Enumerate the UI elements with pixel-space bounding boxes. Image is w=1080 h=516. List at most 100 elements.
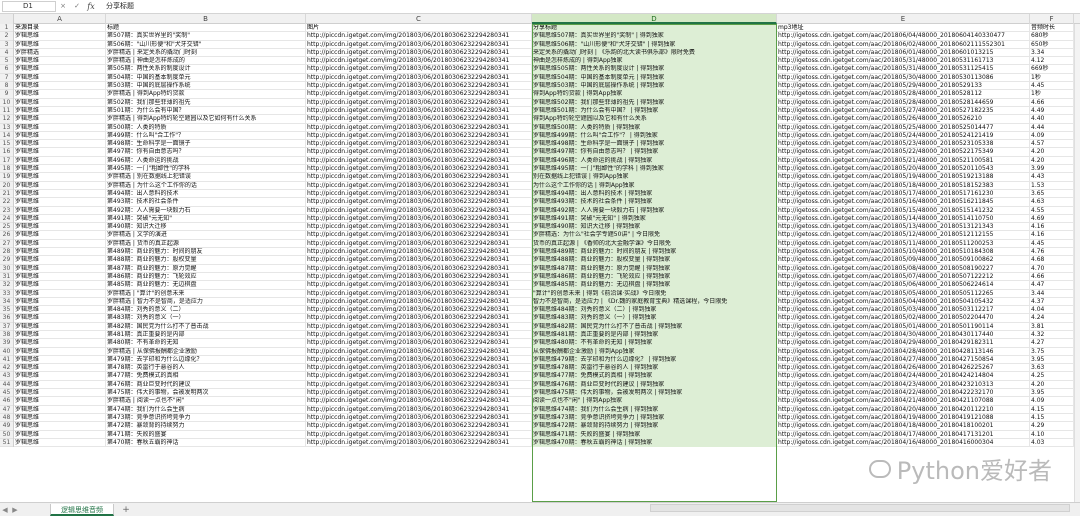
cell-b[interactable]: 罗胖精选 | 为什么这个工作你的话 xyxy=(106,181,306,190)
cell-b[interactable]: 第487期：商业的魅力：原力觉醒 xyxy=(106,264,306,273)
cell-e[interactable]: http://igetoss.cdn.igetget.com/aac/20180… xyxy=(777,140,1030,149)
row-header[interactable]: 4 xyxy=(0,49,13,58)
cell-c[interactable]: http://piccdn.igetget.com/img/201803/06/… xyxy=(306,131,532,141)
cell-c[interactable]: http://piccdn.igetget.com/img/201803/06/… xyxy=(306,181,532,190)
row-header[interactable]: 21 xyxy=(0,190,13,199)
column-header-e[interactable]: E xyxy=(777,14,1030,24)
cell-e[interactable]: http://igetoss.cdn.igetget.com/aac/20180… xyxy=(777,330,1030,340)
cell-f[interactable]: 3.81 xyxy=(1030,322,1074,331)
cell-c[interactable]: http://piccdn.igetget.com/img/201803/06/… xyxy=(306,413,532,423)
prev-sheet-icon[interactable]: ◀ xyxy=(0,506,10,514)
cell-c[interactable]: http://piccdn.igetget.com/img/201803/06/… xyxy=(306,239,532,249)
fx-icon[interactable]: fx xyxy=(84,2,98,11)
cell-a[interactable]: 罗辑思维 xyxy=(14,314,106,323)
cell-e[interactable]: http://igetoss.cdn.igetget.com/aac/20180… xyxy=(777,364,1030,373)
cell-a[interactable]: 罗辑思维 xyxy=(14,422,106,431)
cell-a[interactable]: 罗辑思维 xyxy=(14,347,106,356)
cell-b[interactable]: 第501期：为什么会有中国？ xyxy=(106,106,306,116)
cell-f[interactable]: 4.49 xyxy=(1030,106,1074,116)
cell-d[interactable]: 得到App特约轮空题园以及它和有什么关系 xyxy=(532,115,777,124)
row-header[interactable]: 22 xyxy=(0,198,13,207)
cell-b[interactable]: 罗胖精选 | 别在数据线上犯错误 xyxy=(106,173,306,182)
cell-f[interactable]: 3.95 xyxy=(1030,389,1074,398)
cell-d[interactable]: 罗辑思维485期：商业的魅力：无边棋盘 | 得到独家 xyxy=(532,281,777,290)
row-header[interactable]: 14 xyxy=(0,132,13,141)
cell-f[interactable]: 4.76 xyxy=(1030,248,1074,257)
cell-a[interactable]: 罗辑思维 xyxy=(14,98,106,107)
cell-b[interactable]: 第478期：英雷行于悬谷的人 xyxy=(106,364,306,373)
column-header-b[interactable]: B xyxy=(106,14,306,24)
cell-f[interactable]: 4.03 xyxy=(1030,438,1074,448)
cell-c[interactable]: http://piccdn.igetget.com/img/201803/06/… xyxy=(306,82,532,91)
cell-c[interactable]: http://piccdn.igetget.com/img/201803/06/… xyxy=(306,140,532,149)
cell-c[interactable]: http://piccdn.igetget.com/img/201803/06/… xyxy=(306,264,532,273)
cell-b[interactable]: 罗胖精选 | 得到App特约轮空题园以及它如何有什么关系 xyxy=(106,115,306,124)
row-header[interactable]: 16 xyxy=(0,148,13,157)
cell-b[interactable]: 第497期：你有自由意志吗？ xyxy=(106,148,306,157)
cell-d[interactable]: 罗辑思维494期：出人意料的技术 | 得到独家 xyxy=(532,189,777,199)
cell-c[interactable]: http://piccdn.igetget.com/img/201803/06/… xyxy=(306,330,532,340)
cell-b[interactable]: 第477期：免费模式的真相 xyxy=(106,372,306,381)
cell-b[interactable]: 第482期：国民党为什么打不了普击战 xyxy=(106,322,306,331)
cell-b[interactable]: 罗胖精选 | 智力不是智商，是适应力 xyxy=(106,297,306,307)
cell-d[interactable]: 罗辑思维471期：失败的盛宴 | 得到独家 xyxy=(532,430,777,439)
cell-f[interactable]: 4.45 xyxy=(1030,82,1074,91)
cell-b[interactable]: 第486期：商业的魅力：飞轮效应 xyxy=(106,272,306,282)
cell-b[interactable]: 第490期：知识大迁移 xyxy=(106,223,306,232)
row-header[interactable]: 23 xyxy=(0,207,13,215)
cell-a[interactable]: 罗辑思维 xyxy=(14,297,106,307)
cell-f[interactable]: 669秒 xyxy=(1030,65,1074,74)
cell-e[interactable]: http://igetoss.cdn.igetget.com/aac/20180… xyxy=(777,73,1030,83)
row-header[interactable]: 1 xyxy=(0,24,13,33)
cell-c[interactable]: http://piccdn.igetget.com/img/201803/06/… xyxy=(306,322,532,331)
cell-b[interactable]: 第474期：我们为什么会生病 xyxy=(106,405,306,414)
cell-f[interactable]: 4.29 xyxy=(1030,422,1074,431)
cell-c[interactable]: http://piccdn.igetget.com/img/201803/06/… xyxy=(306,339,532,348)
vertical-scrollbar[interactable] xyxy=(1074,24,1080,502)
row-header[interactable]: 28 xyxy=(0,248,13,257)
cell-f[interactable]: 4.45 xyxy=(1030,239,1074,249)
cell-d[interactable]: 别在数据线上犯错误 | 得到App独家 xyxy=(532,173,777,182)
row-header[interactable]: 24 xyxy=(0,215,13,224)
cell-e[interactable]: http://igetoss.cdn.igetget.com/aac/20180… xyxy=(777,181,1030,190)
cell-b[interactable]: 第473期：竞争意识挤垮竞争力 xyxy=(106,413,306,423)
cell-d[interactable]: 罗辑思维489期：商业的魅力：时间的朋友 | 得到独家 xyxy=(532,248,777,257)
cell-d[interactable]: 罗辑思维501期：为什么会有中国？ | 得到独家 xyxy=(532,106,777,116)
row-header[interactable]: 9 xyxy=(0,90,13,99)
cell-d[interactable]: 罗辑思维476期：商业巨变时代的建议 | 得到独家 xyxy=(532,380,777,390)
row-header[interactable]: 3 xyxy=(0,41,13,49)
cell-e[interactable]: http://igetoss.cdn.igetget.com/aac/20180… xyxy=(777,148,1030,157)
cell-e[interactable]: http://igetoss.cdn.igetget.com/aac/20180… xyxy=(777,264,1030,273)
cell-f[interactable]: 3.65 xyxy=(1030,189,1074,199)
cell-a[interactable]: 罗辑思维 xyxy=(14,206,106,215)
cell-e[interactable]: http://igetoss.cdn.igetget.com/aac/20180… xyxy=(777,380,1030,390)
cell-e[interactable]: http://igetoss.cdn.igetget.com/aac/20180… xyxy=(777,306,1030,315)
cell-c[interactable]: http://piccdn.igetget.com/img/201803/06/… xyxy=(306,148,532,157)
cell-c[interactable]: http://piccdn.igetget.com/img/201803/06/… xyxy=(306,281,532,290)
cell-c[interactable]: http://piccdn.igetget.com/img/201803/06/… xyxy=(306,347,532,356)
cell-b[interactable]: 第502期：我们那些菲薄的祖先 xyxy=(106,98,306,107)
row-header[interactable]: 19 xyxy=(0,173,13,182)
cell-a[interactable]: 罗辑思维 xyxy=(14,364,106,373)
cell-d[interactable]: 罗辑思维479期：去字印和为什么边缘化？ | 得到独家 xyxy=(532,355,777,365)
cell-d[interactable]: 罗辑思维473期：竞争意识挤垮竞争力 | 得到独家 xyxy=(532,413,777,423)
row-header[interactable]: 47 xyxy=(0,406,13,414)
cell-a[interactable]: 罗辑思维 xyxy=(14,264,106,273)
cell-b[interactable]: 第480期：不有革命的无知 xyxy=(106,339,306,348)
cell-d[interactable]: 罗辑思维487期：商业的魅力：原力觉醒 | 得到独家 xyxy=(532,264,777,273)
cell-c[interactable]: http://piccdn.igetget.com/img/201803/06/… xyxy=(306,223,532,232)
cell-b[interactable]: 第493期：技术的社会条件 xyxy=(106,198,306,207)
cell-e[interactable]: http://igetoss.cdn.igetget.com/aac/20180… xyxy=(777,32,1030,41)
cell-a[interactable]: 罗辑思维 xyxy=(14,372,106,381)
cell-d[interactable]: 罗辑思维493期：技术的社会条件 | 得到独家 xyxy=(532,198,777,207)
cell-b[interactable]: 第488期：商业的魅力：股权变量 xyxy=(106,256,306,265)
cell-c[interactable]: http://piccdn.igetget.com/img/201803/06/… xyxy=(306,272,532,282)
cell-f[interactable]: 4.25 xyxy=(1030,372,1074,381)
cell-a[interactable]: 罗辑思维 xyxy=(14,123,106,132)
cell-c[interactable]: http://piccdn.igetget.com/img/201803/06/… xyxy=(306,289,532,298)
cell-d[interactable]: 罗辑思维470期：春秋五霸的神话 | 得到独家 xyxy=(532,438,777,448)
cell-c[interactable]: http://piccdn.igetget.com/img/201803/06/… xyxy=(306,156,532,166)
cell-f[interactable]: 650秒 xyxy=(1030,40,1074,49)
sheet-tab[interactable]: 逻辑思维音频 xyxy=(50,503,114,516)
row-header[interactable]: 13 xyxy=(0,124,13,132)
